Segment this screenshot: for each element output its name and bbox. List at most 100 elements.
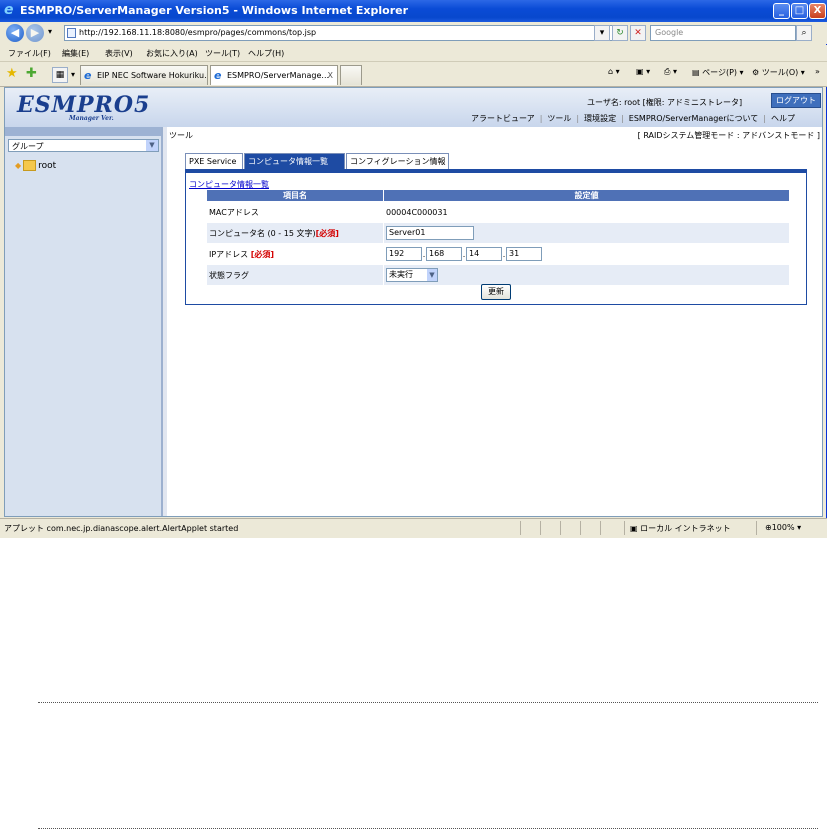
info-panel: PXE Service コンピュータ情報一覧 コンフィグレーション情報 コンピュ… [185, 153, 807, 305]
chevron-down-icon[interactable]: ▼ [427, 269, 437, 281]
status-divider [560, 521, 561, 535]
address-bar: ◀ ▶ ▾ http://192.168.11.18:8080/esmpro/p… [0, 22, 827, 44]
group-select[interactable]: グループ ▼ [8, 139, 159, 152]
tab-list-dropdown-icon[interactable]: ▾ [71, 70, 75, 79]
status-divider [520, 521, 521, 535]
header-item-name: 項目名 [206, 189, 384, 202]
ip-octet-1-input[interactable]: 192 [386, 247, 422, 261]
tree-root[interactable]: ◆ root [15, 160, 56, 171]
tools-menu[interactable]: ⚙ ツール(O) ▾ [752, 67, 805, 78]
status-divider [600, 521, 601, 535]
mac-value: 00004C000031 [383, 201, 790, 223]
group-select-value: グループ [12, 142, 44, 151]
tab-eip-label: EIP NEC Software Hokuriku... [97, 71, 208, 80]
mac-label: MACアドレス [206, 201, 384, 223]
menu-view[interactable]: 表示(V) [105, 48, 133, 59]
zone-label: ローカル イントラネット [640, 524, 731, 533]
menu-file[interactable]: ファイル(F) [8, 48, 51, 59]
url-dropdown-icon[interactable]: ▾ [594, 25, 610, 41]
status-flag-select[interactable]: 未実行 ▼ [386, 268, 438, 282]
minimize-button[interactable]: _ [773, 3, 790, 19]
refresh-icon[interactable]: ↻ [612, 25, 628, 41]
ip-octet-4-input[interactable]: 31 [506, 247, 542, 261]
search-input[interactable]: Google [650, 25, 796, 41]
title-bar: e ESMPRO/ServerManager Version5 - Window… [0, 0, 827, 22]
url-text: http://192.168.11.18:8080/esmpro/pages/c… [79, 28, 317, 37]
back-icon[interactable]: ◀ [6, 24, 24, 42]
forward-icon[interactable]: ▶ [26, 24, 44, 42]
computer-name-cell: Server01 [383, 222, 790, 244]
status-divider [540, 521, 541, 535]
page-menu-label: ページ(P) [702, 68, 738, 77]
required-badge: [必須] [250, 249, 275, 259]
ie-page-icon: e [214, 69, 222, 82]
gear-icon: ⚙ [752, 68, 760, 77]
sidebar-header [5, 127, 161, 136]
update-button[interactable]: 更新 [481, 284, 511, 300]
tab-computer-list[interactable]: コンピュータ情報一覧 [244, 153, 345, 169]
zoom-level: 100% [771, 523, 795, 532]
link-settings[interactable]: 環境設定 [584, 114, 616, 123]
chevron-down-icon[interactable]: ▼ [146, 140, 158, 151]
print-icon[interactable]: ⎙ ▾ [664, 67, 677, 77]
window-title: ESMPRO/ServerManager Version5 - Windows … [20, 4, 409, 17]
history-dropdown-icon[interactable]: ▾ [48, 27, 52, 36]
link-help[interactable]: ヘルプ [771, 114, 795, 123]
table-row: 状態フラグ 未実行 ▼ [206, 264, 790, 286]
tree-root-label: root [38, 161, 57, 171]
tab-esmpro[interactable]: e ESMPRO/ServerManage... X [210, 65, 338, 85]
status-bar: アプレット com.nec.jp.dianascope.alert.AlertA… [0, 518, 827, 538]
menu-help[interactable]: ヘルプ(H) [248, 48, 284, 59]
menu-favorites[interactable]: お気に入り(A) [146, 48, 198, 59]
ip-label-cell: IPアドレス [必須] [206, 243, 384, 265]
page-menu[interactable]: ▤ ページ(P) ▾ [692, 67, 744, 78]
computer-name-label: コンピュータ名 (0 - 15 文字) [209, 228, 316, 238]
add-favorite-icon[interactable]: ✚ [26, 66, 37, 81]
favorites-star-icon[interactable]: ★ [6, 66, 18, 81]
stop-icon[interactable]: ✕ [630, 25, 646, 41]
header-value: 設定値 [383, 189, 790, 202]
status-divider [580, 521, 581, 535]
ip-label: IPアドレス [209, 249, 249, 259]
new-tab-button[interactable] [340, 65, 362, 85]
browser-window: e ESMPRO/ServerManager Version5 - Window… [0, 0, 827, 538]
menu-edit[interactable]: 編集(E) [62, 48, 89, 59]
link-alert-viewer[interactable]: アラートビューア [471, 114, 535, 123]
tab-bar: ★ ✚ ▦ ▾ e EIP NEC Software Hokuriku... e… [0, 62, 827, 87]
ip-octet-3-input[interactable]: 14 [466, 247, 502, 261]
app-header: ESMPRO5 Manager Ver. ユーザ名: root [権限: アドミ… [5, 88, 822, 127]
logout-button[interactable]: ログアウト [771, 93, 821, 108]
tab-eip[interactable]: e EIP NEC Software Hokuriku... [80, 65, 208, 85]
folder-icon [23, 160, 37, 171]
zoom-control[interactable]: ⊕100% ▾ [765, 523, 801, 532]
link-tools[interactable]: ツール [547, 114, 571, 123]
tab-close-icon[interactable]: X [328, 66, 333, 85]
table-row: コンピュータ名 (0 - 15 文字)[必須] Server01 [206, 222, 790, 244]
tab-configuration[interactable]: コンフィグレーション情報 [346, 153, 449, 169]
url-field[interactable]: http://192.168.11.18:8080/esmpro/pages/c… [64, 25, 625, 41]
ip-octet-2-input[interactable]: 168 [426, 247, 462, 261]
link-about[interactable]: ESMPRO/ServerManagerについて [629, 114, 758, 123]
home-icon[interactable]: ⌂ ▾ [608, 67, 620, 76]
chevron-more-icon[interactable]: » [815, 67, 820, 76]
computer-name-input[interactable]: Server01 [386, 226, 474, 240]
security-zone[interactable]: ▣ ローカル イントラネット [630, 523, 731, 534]
feeds-icon[interactable]: ▣ ▾ [636, 67, 650, 76]
maximize-button[interactable]: □ [791, 3, 808, 19]
tab-pxe-service[interactable]: PXE Service [185, 153, 243, 169]
user-info: ユーザ名: root [権限: アドミニストレータ] [587, 98, 743, 107]
main-area: ツール [ RAIDシステム管理モード : アドバンストモード ] PXE Se… [167, 127, 822, 516]
quick-tabs-icon[interactable]: ▦ [52, 67, 68, 83]
search-icon[interactable]: ⌕ [796, 25, 812, 41]
properties-table: 項目名 設定値 MACアドレス 00004C000031 コンピュータ名 (0 … [206, 189, 790, 286]
status-text: アプレット com.nec.jp.dianascope.alert.AlertA… [4, 524, 239, 533]
panel-body: コンピュータ情報一覧 項目名 設定値 MACアドレス 00004C000031 … [185, 169, 807, 305]
ie-logo-icon: e [4, 2, 14, 18]
status-divider [756, 521, 757, 535]
breadcrumb: ツール [169, 131, 193, 140]
menu-bar: ファイル(F) 編集(E) 表示(V) お気に入り(A) ツール(T) ヘルプ(… [0, 45, 827, 62]
close-button[interactable]: X [809, 3, 826, 19]
page-icon [67, 28, 76, 38]
menu-tools[interactable]: ツール(T) [205, 48, 240, 59]
expand-icon[interactable]: ◆ [15, 161, 21, 170]
